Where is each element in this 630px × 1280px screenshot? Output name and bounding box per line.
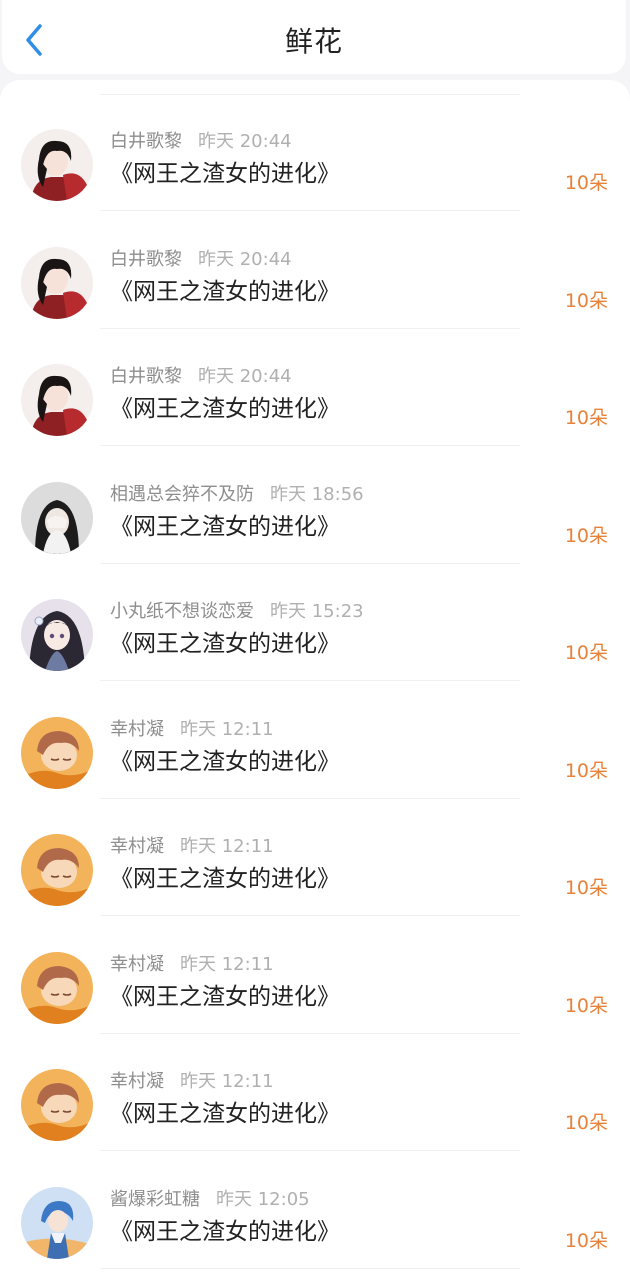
user-name[interactable]: 幸村凝 [110,836,164,857]
user-name[interactable]: 白井歌黎 [110,249,182,270]
divider [100,1267,520,1269]
book-title[interactable]: 《网王之渣女的进化》 [110,507,340,541]
flower-count: 10朵 [564,1229,608,1252]
flower-count: 10朵 [564,877,608,899]
timestamp: 昨天 12:05 [216,1188,310,1210]
user-name[interactable]: 幸村凝 [110,719,164,740]
list-item[interactable]: 白井歌黎 昨天 20:44 《网王之渣女的进化》 10朵 [0,94,630,211]
book-title[interactable]: 《网王之渣女的进化》 [110,272,340,306]
list-item[interactable]: 酱爆彩虹糖 昨天 12:05 《网王之渣女的进化》 10朵 [0,1152,630,1269]
header-bar: 鲜花 [2,0,626,74]
flower-count: 10朵 [564,759,608,782]
avatar[interactable] [21,129,93,201]
avatar[interactable] [21,716,93,789]
user-name[interactable]: 小丸纸不想谈恋爱 [110,601,254,622]
timestamp: 昨天 12:11 [180,953,274,975]
user-name[interactable]: 相遇总会猝不及防 [110,484,254,505]
list-item[interactable]: 幸村凝 昨天 12:11 《网王之渣女的进化》 10朵 [0,682,630,799]
timestamp: 昨天 20:44 [198,131,292,152]
list-item[interactable]: 幸村凝 昨天 12:11 《网王之渣女的进化》 10朵 [0,1034,630,1151]
user-name[interactable]: 幸村凝 [110,954,164,975]
user-name[interactable]: 白井歌黎 [110,131,182,152]
list-item[interactable]: 白井歌黎 昨天 20:44 《网王之渣女的进化》 10朵 [0,329,630,446]
flower-count: 10朵 [564,289,608,312]
list-item[interactable]: 小丸纸不想谈恋爱 昨天 15:23 《网王之渣女的进化》 10朵 [0,564,630,681]
book-title[interactable]: 《网王之渣女的进化》 [110,389,340,423]
list-item[interactable]: 幸村凝 昨天 12:11 《网王之渣女的进化》 10朵 [0,917,630,1034]
flower-count: 10朵 [564,1112,608,1134]
timestamp: 昨天 15:23 [270,601,364,622]
book-title[interactable]: 《网王之渣女的进化》 [110,742,340,776]
user-name[interactable]: 幸村凝 [110,1071,164,1092]
book-title[interactable]: 《网王之渣女的进化》 [110,1212,340,1246]
timestamp: 昨天 20:44 [198,366,292,387]
list-item[interactable]: 白井歌黎 昨天 20:44 《网王之渣女的进化》 10朵 [0,212,630,329]
flower-list: 白井歌黎 昨天 20:44 《网王之渣女的进化》 10朵 白井歌黎 昨天 20:44 《网王… [0,80,630,1280]
book-title[interactable]: 《网王之渣女的进化》 [110,1094,340,1128]
avatar[interactable] [21,246,93,319]
timestamp: 昨天 12:11 [180,718,274,740]
timestamp: 昨天 12:11 [180,1071,274,1092]
flower-count: 10朵 [564,524,608,547]
timestamp: 昨天 20:44 [198,248,292,270]
page-title: 鲜花 [284,25,343,58]
user-name[interactable]: 白井歌黎 [110,366,182,387]
book-title[interactable]: 《网王之渣女的进化》 [110,977,340,1011]
avatar[interactable] [21,481,93,554]
book-title[interactable]: 《网王之渣女的进化》 [110,154,340,188]
avatar[interactable] [21,1069,93,1141]
book-title[interactable]: 《网王之渣女的进化》 [110,624,340,658]
avatar[interactable] [21,599,93,671]
list-item[interactable]: 幸村凝 昨天 12:11 《网王之渣女的进化》 10朵 [0,799,630,916]
flower-count: 10朵 [564,642,608,664]
flower-count: 10朵 [564,407,608,429]
book-title[interactable]: 《网王之渣女的进化》 [110,859,340,893]
flower-count: 10朵 [564,994,608,1017]
avatar[interactable] [21,834,93,906]
avatar[interactable] [21,951,93,1024]
flower-count: 10朵 [564,172,608,194]
avatar[interactable] [21,364,93,436]
timestamp: 昨天 18:56 [270,483,364,505]
list-item[interactable]: 相遇总会猝不及防 昨天 18:56 《网王之渣女的进化》 10朵 [0,447,630,564]
avatar[interactable] [21,1186,93,1259]
timestamp: 昨天 12:11 [180,836,274,857]
user-name[interactable]: 酱爆彩虹糖 [110,1189,200,1210]
